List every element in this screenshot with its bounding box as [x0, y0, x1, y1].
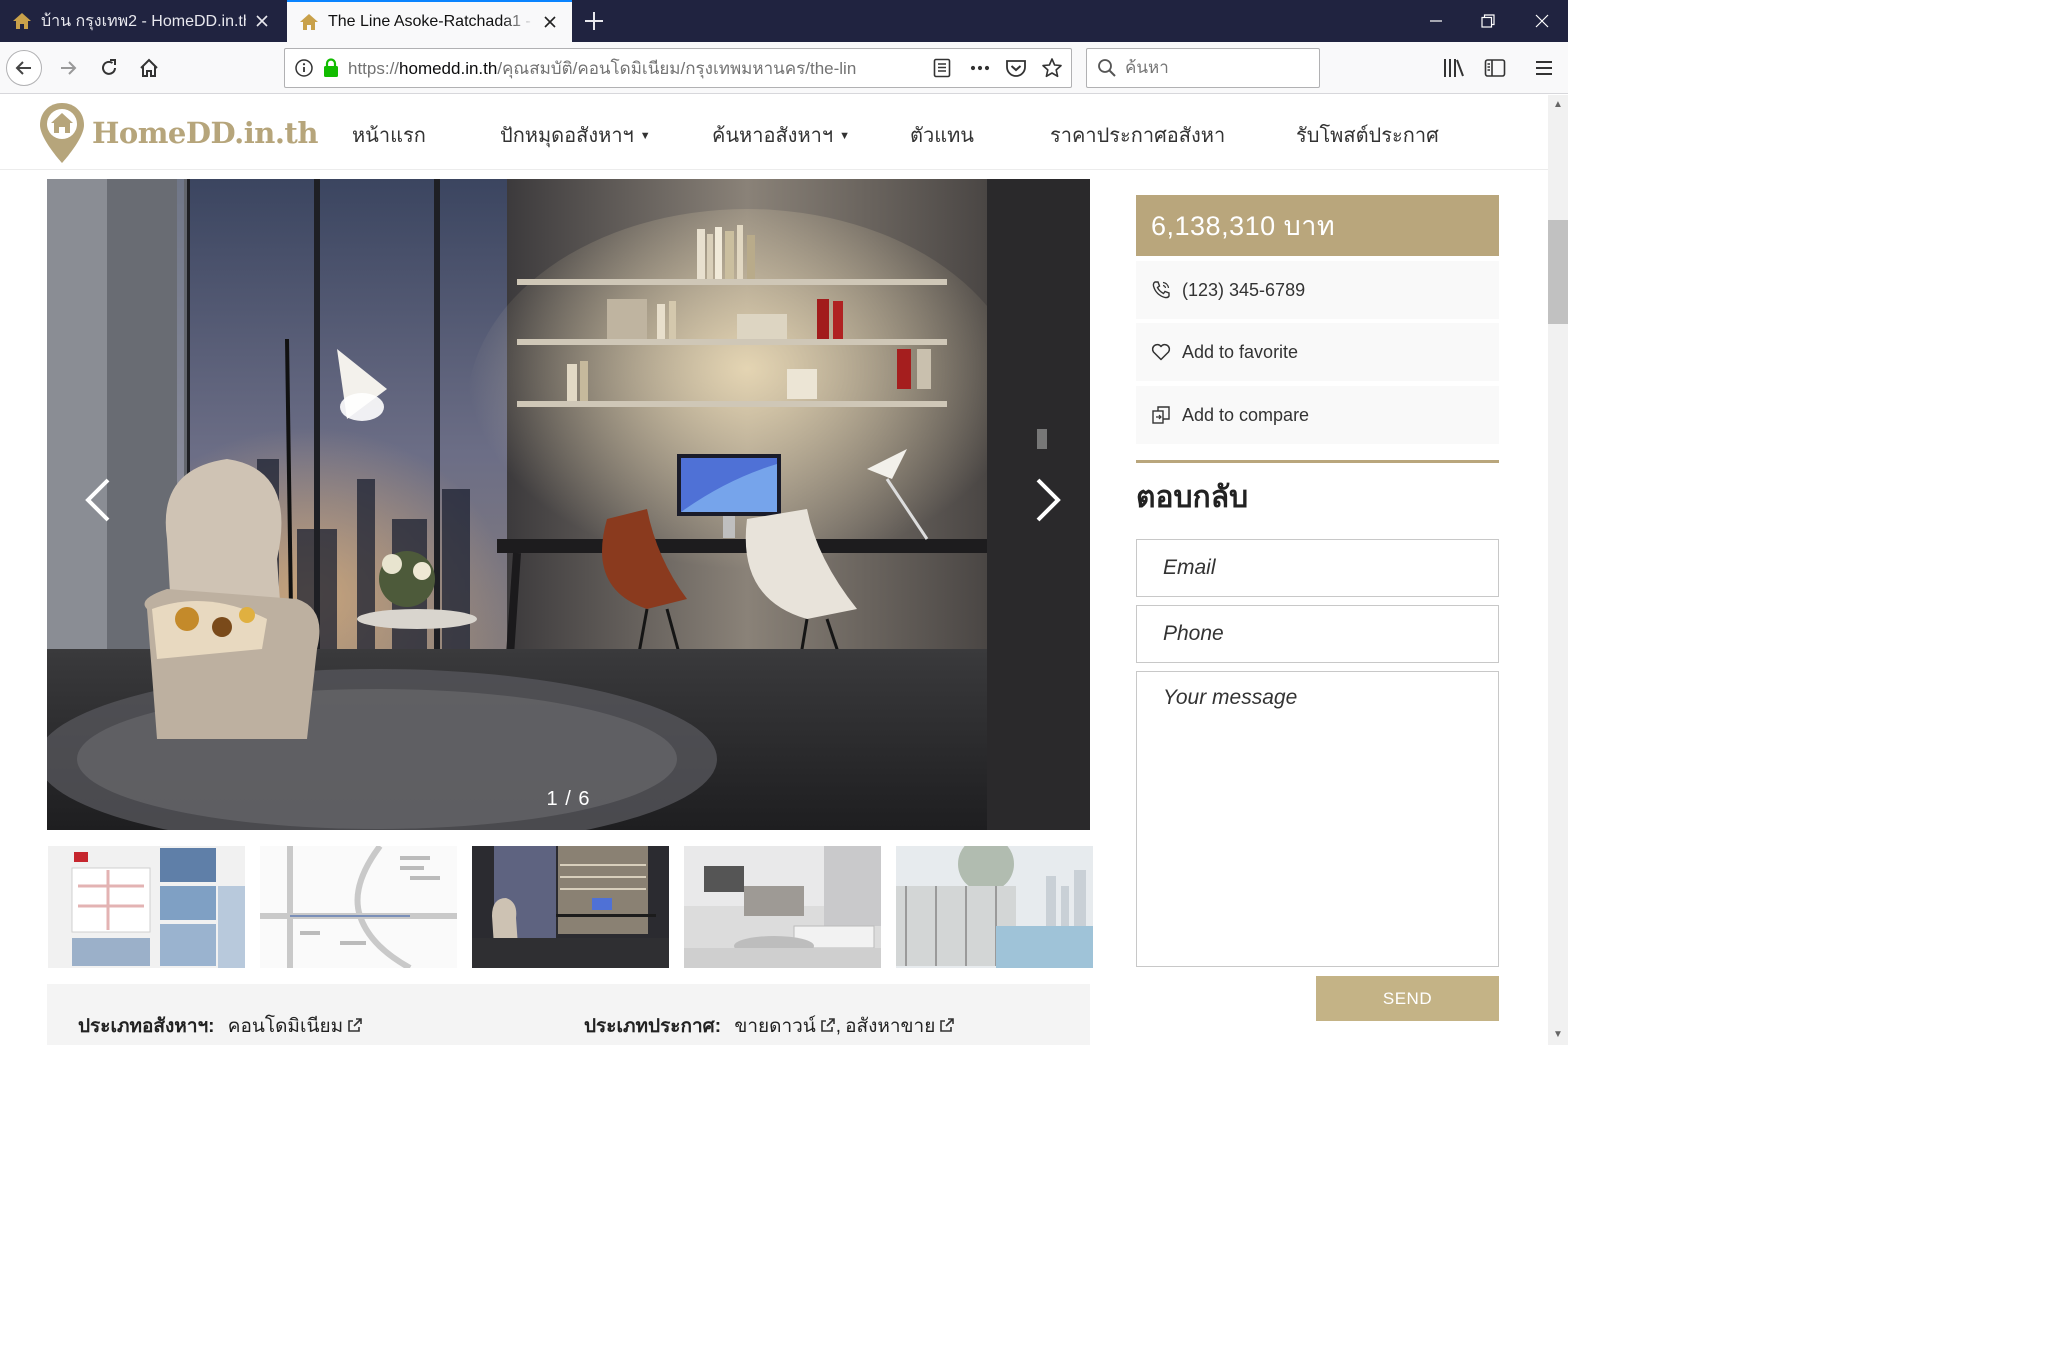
browser-tab-bar: บ้าน กรุงเทพ2 - HomeDD.in.th The Line As… [0, 0, 1568, 42]
browser-tab-1[interactable]: บ้าน กรุงเทพ2 - HomeDD.in.th [0, 0, 284, 42]
section-divider [1136, 460, 1499, 463]
heart-icon [1150, 341, 1172, 363]
browser-tab-2[interactable]: The Line Asoke-Ratchada1 - HomeDD.in.th [287, 0, 572, 42]
external-link-icon [348, 1018, 362, 1032]
gallery-prev-arrow-icon[interactable] [78, 470, 118, 530]
back-arrow-icon [15, 61, 31, 75]
site-logo[interactable]: HomeDD.in.th [38, 101, 318, 165]
new-tab-icon[interactable] [582, 9, 606, 33]
property-type-link[interactable]: คอนโดมิเนียม [228, 1016, 363, 1037]
menu-listing-prices[interactable]: ราคาประกาศอสังหา [1050, 119, 1225, 151]
study-room-photo [47, 179, 1090, 830]
gallery-next-arrow-icon[interactable] [1028, 470, 1068, 530]
listing-type-link-2[interactable]: อสังหาขาย [845, 1016, 955, 1037]
add-to-favorite-button[interactable]: Add to favorite [1136, 323, 1499, 381]
gallery-thumbnail-3[interactable] [472, 846, 669, 968]
compare-icon [1150, 404, 1172, 426]
reload-button[interactable] [91, 50, 127, 86]
listing-type-link-1[interactable]: ขายดาวน์ [734, 1016, 835, 1037]
minimize-window-icon[interactable] [1410, 0, 1462, 42]
gallery-counter: 1 / 6 [546, 788, 591, 810]
menu-pin-property[interactable]: ปักหมุดอสังหาฯ ▼ [500, 119, 651, 151]
search-input[interactable] [1125, 58, 1305, 78]
property-type-label: ประเภทอสังหาฯ: [78, 1016, 215, 1037]
favorite-label: Add to favorite [1182, 341, 1299, 362]
reader-view-icon[interactable] [933, 58, 951, 78]
house-favicon-icon [13, 13, 31, 29]
back-button[interactable] [6, 50, 42, 86]
external-link-icon [940, 1018, 955, 1032]
phone-field[interactable] [1137, 606, 1498, 662]
message-field[interactable] [1137, 672, 1498, 966]
study-room-thumbnail [472, 846, 669, 968]
external-link-icon [820, 1018, 835, 1032]
rooftop-pool-thumbnail [896, 846, 1093, 968]
price-box: 6,138,310 บาท [1136, 195, 1499, 256]
scroll-down-icon[interactable]: ▼ [1548, 1027, 1568, 1043]
browser-toolbar: https://homedd.in.th/คุณสมบัติ/คอนโดมิเน… [0, 42, 1568, 94]
search-bar[interactable] [1086, 48, 1320, 88]
compare-label: Add to compare [1182, 404, 1310, 425]
location-map-thumbnail [260, 846, 457, 968]
close-tab-icon[interactable] [252, 11, 272, 31]
add-to-compare-button[interactable]: Add to compare [1136, 386, 1499, 444]
scrollbar-thumb[interactable] [1548, 220, 1568, 324]
listing-type-row: ประเภทประกาศ: ขายดาวน์, อสังหาขาย [584, 1011, 955, 1041]
menu-agents[interactable]: ตัวแทน [910, 119, 974, 151]
url-text: https://homedd.in.th/คุณสมบัติ/คอนโดมิเน… [348, 58, 857, 78]
brochure-thumbnail [48, 846, 245, 968]
gallery-thumbnail-1[interactable] [48, 846, 245, 968]
email-field-wrapper [1136, 539, 1499, 597]
phone-number: (123) 345-6789 [1182, 279, 1306, 300]
forward-arrow-icon [61, 61, 77, 75]
gallery-thumbnail-2[interactable] [260, 846, 457, 968]
property-type-row: ประเภทอสังหาฯ: คอนโดมิเนียม [78, 1011, 363, 1041]
info-icon[interactable] [294, 58, 314, 78]
dropdown-caret-icon: ▼ [839, 130, 850, 142]
site-header: HomeDD.in.th หน้าแรก ปักหมุดอสังหาฯ ▼ ค้น… [0, 95, 1548, 170]
restore-window-icon[interactable] [1462, 0, 1514, 42]
reply-title: ตอบกลับ [1136, 481, 1249, 514]
close-window-icon[interactable] [1516, 0, 1568, 42]
house-favicon-icon [300, 14, 318, 30]
hamburger-menu-icon[interactable] [1530, 54, 1558, 82]
listing-type-separator: , [835, 1016, 842, 1037]
phone-field-wrapper [1136, 605, 1499, 663]
scroll-up-icon[interactable]: ▲ [1548, 97, 1568, 113]
secure-lock-icon[interactable] [322, 58, 340, 78]
location-pin-house-icon [40, 103, 84, 163]
home-icon [140, 58, 158, 77]
sidebar-toggle-icon[interactable] [1481, 54, 1509, 82]
address-bar[interactable]: https://homedd.in.th/คุณสมบัติ/คอนโดมิเน… [284, 48, 1072, 88]
menu-post-listing[interactable]: รับโพสต์ประกาศ [1296, 119, 1439, 151]
listing-type-label: ประเภทประกาศ: [584, 1016, 722, 1037]
gallery-thumbnail-4[interactable] [684, 846, 881, 968]
menu-search-property[interactable]: ค้นหาอสังหาฯ ▼ [712, 119, 850, 151]
dropdown-caret-icon: ▼ [639, 130, 651, 142]
page-actions-icon[interactable] [969, 58, 991, 78]
send-button[interactable]: SEND [1316, 976, 1499, 1021]
home-button[interactable] [131, 50, 167, 86]
phone-icon [1150, 279, 1172, 301]
close-tab-icon[interactable] [540, 12, 560, 32]
gallery-main-image[interactable] [47, 179, 1090, 830]
logo-text: HomeDD.in.th [92, 116, 318, 150]
email-field[interactable] [1137, 540, 1498, 596]
living-room-thumbnail [684, 846, 881, 968]
tab-title: บ้าน กรุงเทพ2 - HomeDD.in.th [41, 12, 246, 30]
forward-button[interactable] [50, 50, 86, 86]
message-field-wrapper [1136, 671, 1499, 967]
tab-title: The Line Asoke-Ratchada1 - HomeDD.in.th [328, 13, 534, 30]
menu-home[interactable]: หน้าแรก [352, 119, 426, 151]
property-info-strip: ประเภทอสังหาฯ: คอนโดมิเนียม ประเภทประกาศ… [47, 984, 1090, 1045]
pocket-icon[interactable] [1005, 58, 1027, 78]
search-icon [1098, 59, 1116, 77]
bookmark-star-icon[interactable] [1041, 57, 1063, 79]
gallery-thumbnail-5[interactable] [896, 846, 1093, 968]
reload-icon [102, 59, 116, 75]
library-icon[interactable] [1440, 54, 1468, 82]
phone-row[interactable]: (123) 345-6789 [1136, 261, 1499, 319]
